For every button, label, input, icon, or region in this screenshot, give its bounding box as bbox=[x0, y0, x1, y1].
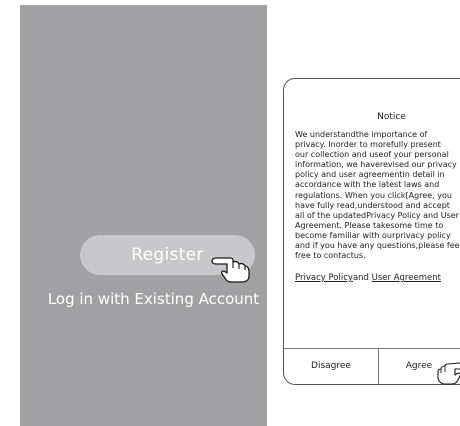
disagree-button[interactable]: Disagree bbox=[284, 349, 378, 383]
pointing-hand-icon bbox=[437, 362, 460, 385]
dialog-body-line: accordance with the latest laws and bbox=[295, 180, 440, 190]
login-existing-account-link[interactable]: Log in with Existing Account bbox=[20, 290, 287, 308]
policy-links: Privacy Policyand User Agreement bbox=[295, 273, 441, 283]
dialog-body-line: free to contactus. bbox=[295, 251, 366, 261]
dialog-body-line: and if you have any questions,please fee… bbox=[295, 241, 460, 251]
pointing-hand-icon bbox=[211, 257, 250, 283]
dialog-body-line: Agreement. Please takesome time to bbox=[295, 220, 444, 230]
notice-dialog: Notice We understandthe importance of pri… bbox=[283, 78, 460, 385]
dialog-body-line: our collection and useof your personal bbox=[295, 150, 449, 160]
dialog-body-line: have fully read,understood and accept bbox=[295, 200, 450, 210]
welcome-screen: Register Log in with Existing Account bbox=[20, 5, 267, 426]
user-agreement-link[interactable]: User Agreement bbox=[372, 273, 441, 283]
dialog-body-line: all of the updatedPrivacy Policy and Use… bbox=[295, 210, 459, 220]
dialog-title: Notice bbox=[377, 112, 406, 122]
dialog-body-line: become familiar with ourprivacy policy bbox=[295, 230, 451, 240]
privacy-policy-link[interactable]: Privacy Policy bbox=[295, 273, 353, 283]
dialog-body-line: regulations. When you click[Agree, you bbox=[295, 190, 452, 200]
and-text: and bbox=[352, 273, 369, 283]
dialog-body-line: privacy. Inorder to morefully present bbox=[295, 140, 441, 150]
dialog-body-text: We understandthe importance of privacy. I… bbox=[295, 130, 460, 261]
dialog-body-line: We understandthe importance of bbox=[295, 130, 428, 139]
dialog-body-line: policy and user agreementin detail in bbox=[295, 170, 445, 180]
dialog-body-line: information, we haverevised our privacy bbox=[295, 160, 457, 170]
